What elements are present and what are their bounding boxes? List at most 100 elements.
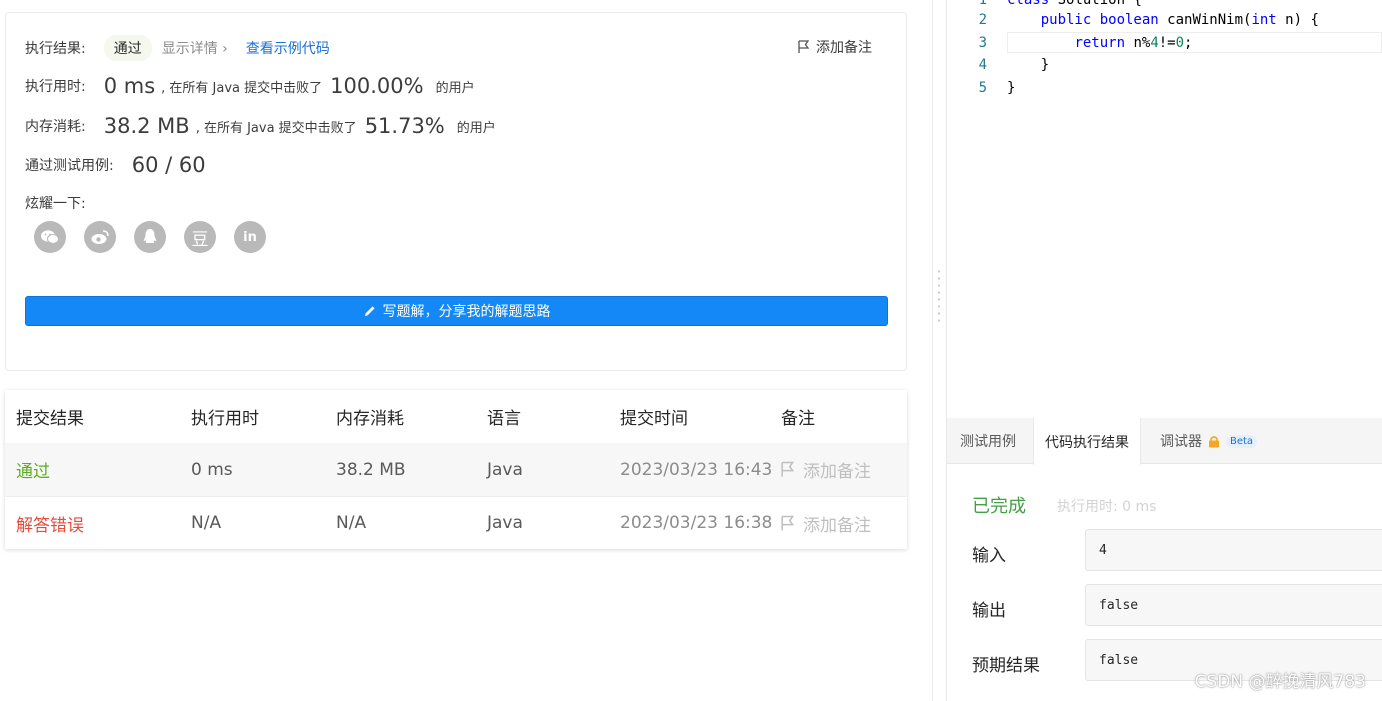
weibo-icon[interactable]: [84, 221, 116, 253]
result-label: 执行结果:: [25, 41, 86, 57]
add-note-button[interactable]: 添加备注: [798, 37, 872, 57]
row-memory: 38.2 MB: [336, 459, 406, 480]
share-label-row: 炫耀一下:: [25, 193, 86, 213]
header-status: 提交结果: [16, 409, 84, 429]
code-token-keyword: int: [1251, 12, 1277, 28]
table-header: 提交结果 执行用时 内存消耗 语言 提交时间 备注: [5, 390, 907, 443]
app-root: 执行结果: 通过 显示详情 › 查看示例代码 添加备注 执行用时: 0 ms ,…: [0, 0, 1382, 701]
code-line[interactable]: }: [1007, 57, 1049, 73]
write-solution-label: 写题解，分享我的解题思路: [382, 304, 551, 320]
line-number: 4: [978, 57, 987, 73]
output-value-box: false: [1085, 584, 1382, 626]
flag-icon: [781, 515, 795, 530]
code-token-keyword: class: [1007, 0, 1050, 8]
output-value: false: [1099, 597, 1139, 613]
output-label: 输出: [972, 601, 1006, 621]
runtime-label: 执行用时:: [25, 79, 86, 95]
tab-test-cases[interactable]: 测试用例: [947, 418, 1029, 464]
flag-icon: [798, 40, 810, 53]
line-number: 3: [978, 35, 987, 51]
exec-time: 执行用时: 0 ms: [1057, 499, 1157, 515]
chevron-right-icon: ›: [222, 41, 228, 57]
table-row[interactable]: 解答错误 N/A N/A Java 2023/03/23 16:38 添加备注: [5, 496, 907, 549]
beta-badge: Beta: [1226, 434, 1258, 448]
status-badge: 通过: [103, 35, 152, 61]
line-number: 1: [978, 0, 987, 8]
linkedin-icon[interactable]: in: [234, 221, 266, 253]
row-note-label: 添加备注: [803, 515, 871, 536]
row-add-note-button[interactable]: 添加备注: [781, 511, 871, 536]
input-value: 4: [1099, 542, 1107, 558]
write-solution-button[interactable]: 写题解，分享我的解题思路: [25, 296, 888, 326]
flag-icon: [781, 461, 795, 477]
add-note-label: 添加备注: [816, 40, 872, 56]
show-details-label: 显示详情: [161, 41, 218, 57]
code-line[interactable]: public boolean canWinNim(int n) {: [1007, 12, 1319, 28]
line-number: 2: [978, 12, 987, 28]
drag-handle-icon[interactable]: [938, 268, 940, 324]
row-runtime: N/A: [191, 513, 222, 533]
runtime-value: 0 ms: [103, 74, 156, 98]
qq-icon[interactable]: [134, 221, 166, 253]
tab-debugger[interactable]: 调试器 Beta: [1148, 418, 1269, 464]
submission-pane: 执行结果: 通过 显示详情 › 查看示例代码 添加备注 执行用时: 0 ms ,…: [0, 0, 932, 701]
row-language: Java: [487, 459, 523, 480]
row-memory: N/A: [336, 513, 367, 533]
run-status: 已完成: [972, 496, 1026, 517]
share-buttons: 豆 in: [34, 221, 266, 253]
header-runtime: 执行用时: [191, 409, 259, 429]
result-row: 执行结果: 通过 显示详情 › 查看示例代码: [25, 35, 330, 61]
memory-percent: 51.73%: [364, 114, 445, 138]
row-status[interactable]: 通过: [16, 457, 50, 482]
row-submitted: 2023/03/23 16:43: [620, 459, 773, 480]
tab-test-cases-label: 测试用例: [960, 434, 1016, 450]
memory-text: , 在所有 Java 提交中击败了: [195, 120, 357, 136]
runtime-percent: 100.00%: [330, 74, 424, 98]
lock-icon: [1209, 435, 1219, 447]
expected-value: false: [1099, 652, 1139, 668]
linkedin-glyph: in: [243, 229, 257, 245]
row-status[interactable]: 解答错误: [16, 511, 84, 536]
tab-run-result[interactable]: 代码执行结果: [1033, 418, 1141, 465]
row-runtime: 0 ms: [191, 459, 233, 480]
memory-value: 38.2 MB: [103, 114, 190, 138]
header-memory: 内存消耗: [336, 409, 404, 429]
tests-value: 60 / 60: [131, 153, 206, 177]
douban-glyph: 豆: [191, 229, 209, 250]
code-token-keyword: public boolean: [1040, 12, 1159, 28]
code-line[interactable]: }: [1007, 80, 1015, 96]
code-editor[interactable]: 1 class Solution { 2 public boolean canW…: [946, 0, 1382, 418]
tests-row: 通过测试用例: 60 / 60: [25, 153, 206, 177]
memory-suffix: 的用户: [456, 120, 496, 136]
share-label: 炫耀一下:: [25, 196, 86, 212]
show-details-link[interactable]: 显示详情 ›: [162, 38, 228, 58]
row-add-note-button[interactable]: 添加备注: [781, 457, 871, 482]
tab-debugger-label: 调试器: [1160, 434, 1202, 450]
header-submitted: 提交时间: [620, 409, 688, 429]
current-line-highlight: [1007, 32, 1382, 53]
pencil-icon: [364, 306, 375, 316]
pane-resizer[interactable]: [932, 0, 946, 701]
table-row[interactable]: 通过 0 ms 38.2 MB Java 2023/03/23 16:43 添加…: [5, 443, 907, 496]
row-language: Java: [487, 513, 523, 533]
line-number: 5: [978, 80, 987, 96]
row-note-label: 添加备注: [803, 462, 871, 482]
runtime-suffix: 的用户: [435, 80, 475, 96]
submissions-table: 提交结果 执行用时 内存消耗 语言 提交时间 备注 通过 0 ms 38.2 M…: [5, 390, 907, 549]
memory-row: 内存消耗: 38.2 MB , 在所有 Java 提交中击败了 51.73% 的…: [25, 114, 496, 138]
row-submitted: 2023/03/23 16:38: [620, 513, 773, 533]
tab-run-result-label: 代码执行结果: [1045, 434, 1129, 451]
tests-label: 通过测试用例:: [25, 158, 114, 174]
header-note: 备注: [781, 409, 815, 429]
code-line[interactable]: class Solution {: [1007, 0, 1142, 8]
watermark: CSDN @醉挽清风783: [1194, 672, 1366, 692]
input-label: 输入: [972, 546, 1006, 566]
console-panel: 测试用例 代码执行结果 调试器 Beta 已完成 执行用时: 0 ms 输入 4…: [946, 418, 1382, 701]
expected-label: 预期结果: [972, 656, 1040, 676]
douban-icon[interactable]: 豆: [184, 221, 216, 253]
header-language: 语言: [487, 409, 521, 429]
runtime-text: , 在所有 Java 提交中击败了: [161, 80, 323, 96]
view-sample-code-link[interactable]: 查看示例代码: [246, 38, 330, 58]
memory-label: 内存消耗:: [25, 119, 86, 135]
wechat-icon[interactable]: [34, 221, 66, 253]
